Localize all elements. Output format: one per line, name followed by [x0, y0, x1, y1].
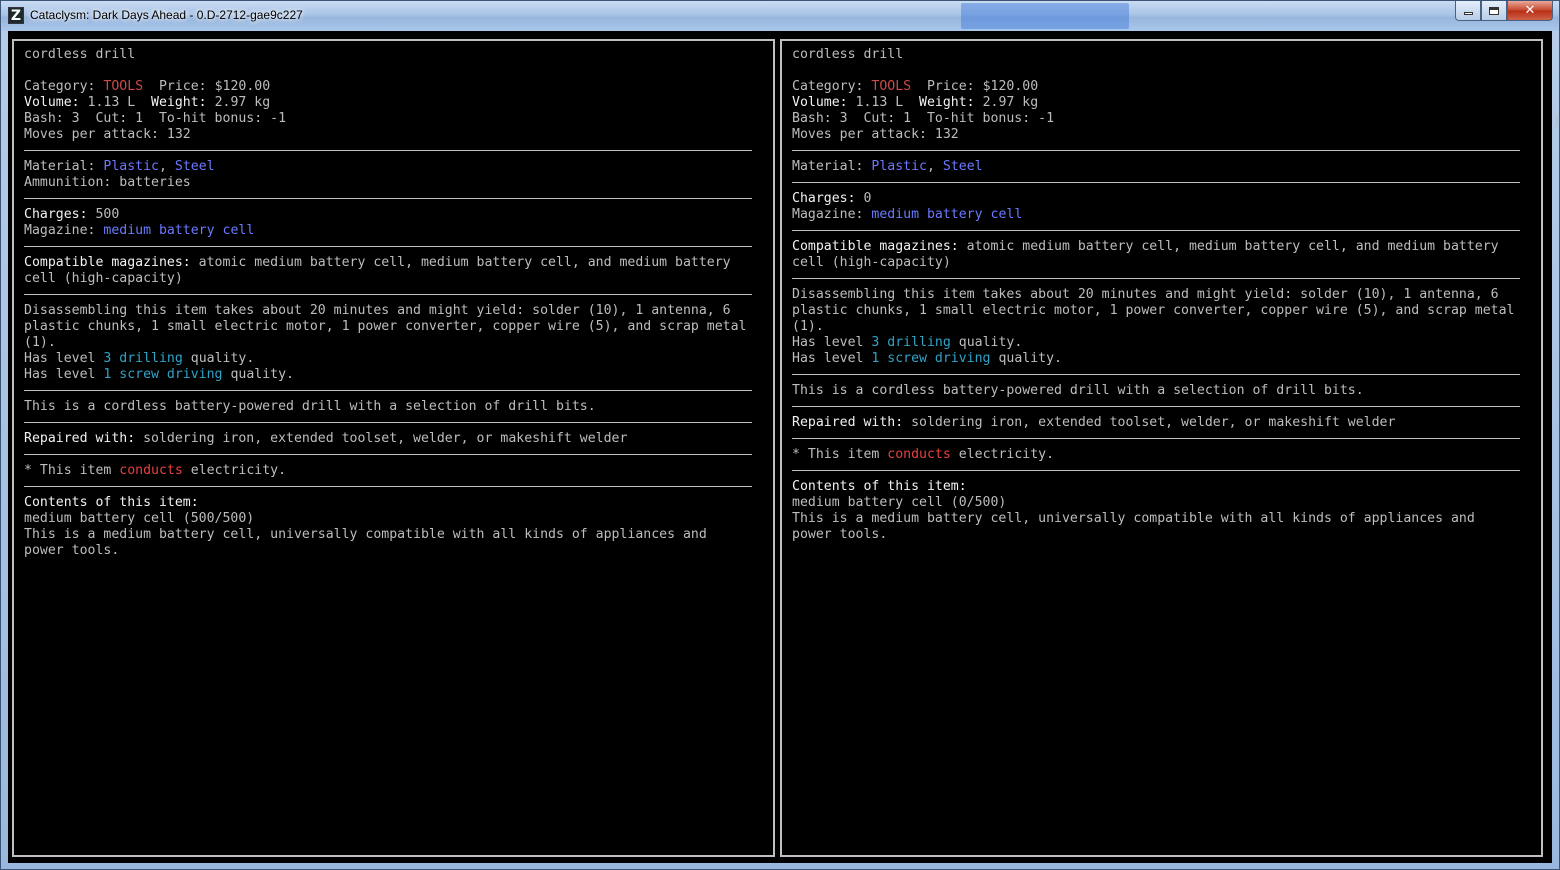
conducts-line: * This item conducts electricity. [24, 463, 287, 478]
maximize-button[interactable] [1481, 1, 1507, 21]
category-value: TOOLS [103, 79, 144, 94]
title-bar[interactable]: Z Cataclysm: Dark Days Ahead - 0.D-2712-… [1, 1, 1559, 31]
item-name: cordless drill [792, 47, 904, 62]
compatible-magazines: Compatible magazines: atomic medium batt… [792, 239, 1499, 270]
divider [24, 390, 752, 391]
contents-heading: Contents of this item: [792, 479, 967, 494]
contents-item: medium battery cell (500/500) [24, 511, 255, 526]
charges-line: Charges: 500 [24, 207, 120, 222]
quality-drilling: Has level 3 drilling quality. [24, 351, 255, 366]
divider [792, 406, 1520, 407]
quality-drilling: Has level 3 drilling quality. [792, 335, 1023, 350]
conducts-line: * This item conducts electricity. [792, 447, 1055, 462]
contents-heading: Contents of this item: [24, 495, 199, 510]
contents-description: This is a medium battery cell, universal… [792, 511, 1475, 542]
bash-line: Bash: 3 Cut: 1 To-hit bonus: -1 [24, 111, 287, 126]
divider [792, 374, 1520, 375]
close-icon: ✕ [1524, 3, 1536, 18]
divider [792, 150, 1520, 151]
close-button[interactable]: ✕ [1507, 1, 1553, 21]
divider [792, 230, 1520, 231]
category-line: Category: TOOLS Price: $120.00 [792, 79, 1039, 94]
divider [24, 486, 752, 487]
bash-line: Bash: 3 Cut: 1 To-hit bonus: -1 [792, 111, 1055, 126]
divider [24, 246, 752, 247]
moves-line: Moves per attack: 132 [792, 127, 959, 142]
divider [792, 470, 1520, 471]
compatible-magazines: Compatible magazines: atomic medium batt… [24, 255, 731, 286]
magazine-line: Magazine: medium battery cell [792, 207, 1023, 222]
moves-line: Moves per attack: 132 [24, 127, 191, 142]
contents-description: This is a medium battery cell, universal… [24, 527, 707, 558]
divider [24, 294, 752, 295]
divider [24, 198, 752, 199]
item-description: This is a cordless battery-powered drill… [24, 399, 596, 414]
divider [792, 438, 1520, 439]
category-value: TOOLS [871, 79, 912, 94]
repaired-with-line: Repaired with: soldering iron, extended … [24, 431, 628, 446]
minimize-icon [1463, 12, 1473, 15]
divider [792, 182, 1520, 183]
material-line: Material: Plastic, Steel [24, 159, 215, 174]
price-value: $120.00 [982, 79, 1039, 94]
item-description: This is a cordless battery-powered drill… [792, 383, 1364, 398]
price-value: $120.00 [214, 79, 271, 94]
divider [792, 278, 1520, 279]
disassemble-text: Disassembling this item takes about 20 m… [24, 303, 747, 350]
volume-line: Volume: 1.13 L Weight: 2.97 kg [792, 95, 1039, 110]
divider [24, 422, 752, 423]
app-logo-icon: Z [8, 7, 24, 24]
window-controls: ✕ [1455, 1, 1553, 21]
app-window: Z Cataclysm: Dark Days Ahead - 0.D-2712-… [0, 0, 1560, 870]
divider [24, 454, 752, 455]
category-line: Category: TOOLS Price: $120.00 [24, 79, 271, 94]
maximize-icon [1489, 6, 1499, 15]
magazine-line: Magazine: medium battery cell [24, 223, 255, 238]
divider [24, 150, 752, 151]
ammunition-line: Ammunition: batteries [24, 175, 191, 190]
game-terminal: cordless drill Category: TOOLS Price: $1… [8, 31, 1560, 863]
item-name: cordless drill [24, 47, 136, 62]
disassemble-text: Disassembling this item takes about 20 m… [792, 287, 1515, 334]
window-title: Cataclysm: Dark Days Ahead - 0.D-2712-ga… [30, 8, 303, 22]
scroll-indicator: ) [1553, 114, 1560, 129]
background-window-ghost [961, 3, 1129, 29]
contents-item: medium battery cell (0/500) [792, 495, 1007, 510]
repaired-with-line: Repaired with: soldering iron, extended … [792, 415, 1396, 430]
minimize-button[interactable] [1455, 1, 1481, 21]
quality-screw-driving: Has level 1 screw driving quality. [24, 367, 294, 382]
charges-line: Charges: 0 [792, 191, 872, 206]
material-line: Material: Plastic, Steel [792, 159, 983, 174]
quality-screw-driving: Has level 1 screw driving quality. [792, 351, 1062, 366]
item-info-panel-left: cordless drill Category: TOOLS Price: $1… [12, 39, 775, 857]
volume-line: Volume: 1.13 L Weight: 2.97 kg [24, 95, 271, 110]
item-info-panel-right: cordless drill Category: TOOLS Price: $1… [780, 39, 1543, 857]
